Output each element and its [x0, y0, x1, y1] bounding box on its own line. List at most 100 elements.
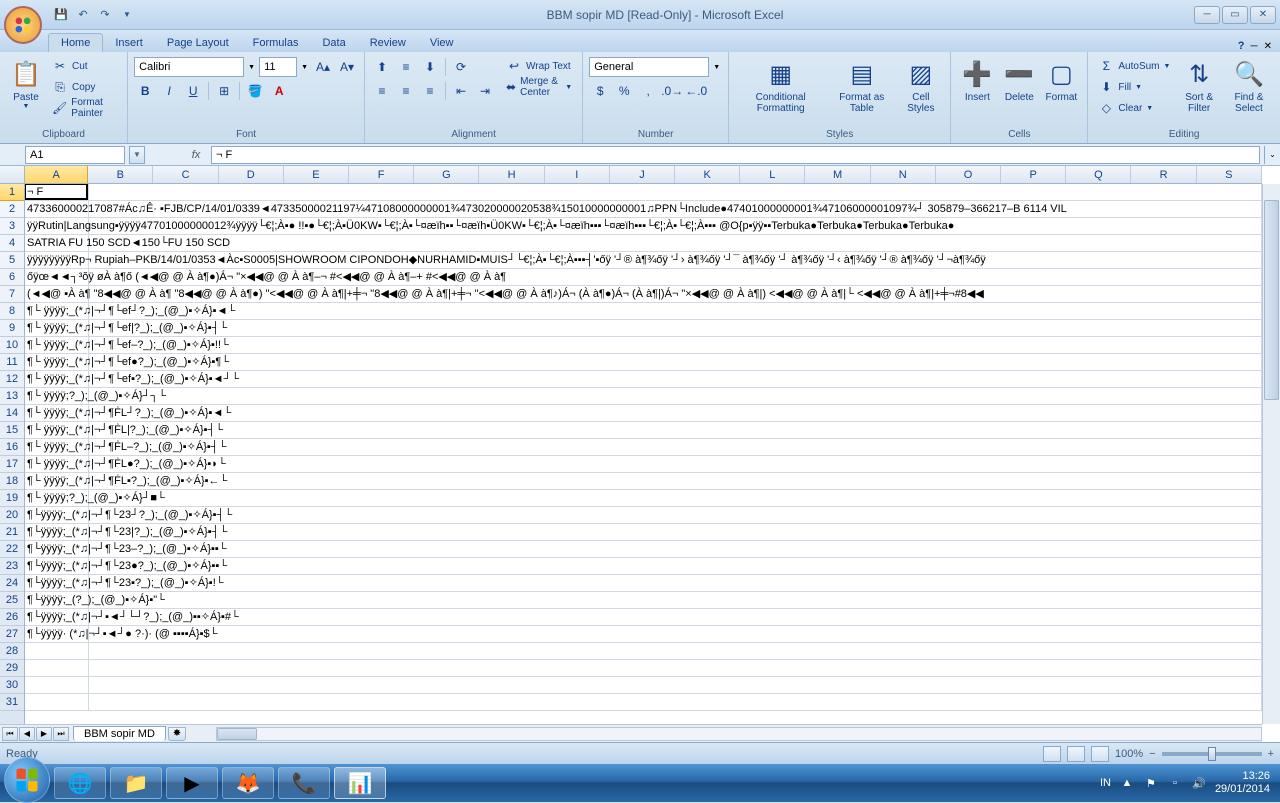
- col-header-I[interactable]: I: [545, 166, 610, 183]
- row-header-1[interactable]: 1: [0, 184, 24, 201]
- col-header-P[interactable]: P: [1001, 166, 1066, 183]
- sheet-nav-prev[interactable]: ◀: [19, 727, 35, 741]
- page-break-view-button[interactable]: [1091, 746, 1109, 762]
- tab-home[interactable]: Home: [48, 33, 103, 52]
- normal-view-button[interactable]: [1043, 746, 1061, 762]
- table-row[interactable]: SATRIA FU 150 SCD◄150└FU 150 SCD: [25, 235, 1262, 252]
- bold-button[interactable]: B: [134, 80, 156, 102]
- table-row[interactable]: ¶└ ÿÿÿÿ;_(*♫|¬┘¶ḞL┘?_);_(@_)▪✧Á}▪◄└: [25, 405, 1262, 422]
- tray-volume-icon[interactable]: 🔊: [1191, 775, 1207, 791]
- increase-decimal-icon[interactable]: .0→: [661, 80, 683, 102]
- minimize-button[interactable]: ─: [1194, 6, 1220, 24]
- col-header-H[interactable]: H: [479, 166, 544, 183]
- row-header-26[interactable]: 26: [0, 609, 24, 626]
- row-header-31[interactable]: 31: [0, 694, 24, 711]
- table-row[interactable]: ¶└ÿÿÿÿ;_(*♫|¬┘¶└23┘?_);_(@_)▪✧Á}▪┤└: [25, 507, 1262, 524]
- table-row[interactable]: [25, 660, 1262, 677]
- table-row[interactable]: ¶└ÿÿÿÿ;_(*♫|¬┘¶└23–?_);_(@_)▪✧Á}▪▪└: [25, 541, 1262, 558]
- table-row[interactable]: ¶└ÿÿÿÿ;_(?_);_(@_)▪✧Á}▪"└: [25, 592, 1262, 609]
- col-header-O[interactable]: O: [936, 166, 1001, 183]
- cut-button[interactable]: ✂Cut: [48, 56, 121, 76]
- decrease-decimal-icon[interactable]: ←.0: [685, 80, 707, 102]
- row-header-15[interactable]: 15: [0, 422, 24, 439]
- table-row[interactable]: ¶└ ÿÿÿÿ;_(*♫|¬┘¶└ef–?_);_(@_)▪✧Á}▪!!└: [25, 337, 1262, 354]
- row-header-20[interactable]: 20: [0, 507, 24, 524]
- font-color-button[interactable]: A: [268, 80, 290, 102]
- sheet-tab[interactable]: BBM sopir MD: [73, 726, 166, 741]
- horizontal-scrollbar[interactable]: [216, 727, 1262, 741]
- italic-button[interactable]: I: [158, 80, 180, 102]
- format-painter-button[interactable]: 🖌Format Painter: [48, 98, 121, 118]
- table-row[interactable]: őÿœ◄◄┐³ŏÿ øÀ à¶ő (◄◀@ @ À à¶●)Á¬ "×◀◀@ @…: [25, 269, 1262, 286]
- row-header-18[interactable]: 18: [0, 473, 24, 490]
- taskbar-explorer[interactable]: 📁: [110, 767, 162, 799]
- select-all-corner[interactable]: [0, 166, 25, 184]
- col-header-D[interactable]: D: [219, 166, 284, 183]
- cell-styles-button[interactable]: ▨Cell Styles: [897, 56, 944, 116]
- increase-indent-icon[interactable]: ⇥: [474, 80, 496, 102]
- row-header-7[interactable]: 7: [0, 286, 24, 303]
- vertical-scrollbar[interactable]: [1262, 184, 1280, 724]
- fx-button[interactable]: fx: [185, 146, 207, 164]
- ribbon-minimize-icon[interactable]: ─: [1251, 41, 1258, 52]
- name-box-dropdown[interactable]: ▼: [129, 146, 145, 164]
- table-row[interactable]: ¶└ ÿÿÿÿ;_(*♫|¬┘¶└ef┘?_);_(@_)▪✧Á}▪◄└: [25, 303, 1262, 320]
- table-row[interactable]: ¶└ ÿÿÿÿ;_(*♫|¬┘¶└ef●?_);_(@_)▪✧Á}▪¶└: [25, 354, 1262, 371]
- orientation-icon[interactable]: ⟳: [450, 56, 472, 78]
- zoom-in-button[interactable]: +: [1268, 748, 1274, 760]
- fill-color-button[interactable]: 🪣: [244, 80, 266, 102]
- row-header-6[interactable]: 6: [0, 269, 24, 286]
- align-middle-icon[interactable]: ≡: [395, 56, 417, 78]
- vscroll-thumb[interactable]: [1264, 200, 1279, 400]
- table-row[interactable]: ¶└ ÿÿÿÿ;_(*♫|¬┘¶└ef▪?_);_(@_)▪✧Á}▪◄┘└: [25, 371, 1262, 388]
- align-bottom-icon[interactable]: ⬇: [419, 56, 441, 78]
- taskbar-ie[interactable]: 🌐: [54, 767, 106, 799]
- table-row[interactable]: ¶└ÿÿÿÿ;_(*♫|¬┘¶└23▪?_);_(@_)▪✧Á}▪!└: [25, 575, 1262, 592]
- tab-page-layout[interactable]: Page Layout: [155, 34, 241, 52]
- col-header-C[interactable]: C: [153, 166, 218, 183]
- tray-network-icon[interactable]: ▫: [1167, 775, 1183, 791]
- formula-input[interactable]: ¬ F: [211, 146, 1260, 164]
- row-header-29[interactable]: 29: [0, 660, 24, 677]
- office-button[interactable]: [4, 6, 42, 44]
- row-header-17[interactable]: 17: [0, 456, 24, 473]
- comma-icon[interactable]: ,: [637, 80, 659, 102]
- taskbar-whatsapp[interactable]: 📞: [278, 767, 330, 799]
- col-header-J[interactable]: J: [610, 166, 675, 183]
- maximize-button[interactable]: ▭: [1222, 6, 1248, 24]
- percent-icon[interactable]: %: [613, 80, 635, 102]
- row-header-13[interactable]: 13: [0, 388, 24, 405]
- taskbar-media[interactable]: ▶: [166, 767, 218, 799]
- undo-icon[interactable]: ↶: [74, 6, 92, 24]
- start-button[interactable]: [4, 757, 50, 803]
- row-header-5[interactable]: 5: [0, 252, 24, 269]
- row-header-2[interactable]: 2: [0, 201, 24, 218]
- shrink-font-icon[interactable]: A▾: [336, 56, 358, 78]
- tab-view[interactable]: View: [418, 34, 466, 52]
- table-row[interactable]: [25, 643, 1262, 660]
- align-right-icon[interactable]: ≡: [419, 80, 441, 102]
- col-header-R[interactable]: R: [1131, 166, 1196, 183]
- tray-lang[interactable]: IN: [1100, 777, 1111, 789]
- formula-expand-icon[interactable]: ⌄: [1264, 146, 1280, 164]
- table-row[interactable]: ¶└ ÿÿÿÿ;_(*♫|¬┘¶└ef|?_);_(@_)▪✧Á}▪┤└: [25, 320, 1262, 337]
- table-row[interactable]: ¶└ÿÿÿÿ;_(*♫|¬┘▪◄┘└┘?_);_(@_)▪▪✧Á}▪#└: [25, 609, 1262, 626]
- col-header-N[interactable]: N: [871, 166, 936, 183]
- row-header-11[interactable]: 11: [0, 354, 24, 371]
- row-header-10[interactable]: 10: [0, 337, 24, 354]
- row-header-21[interactable]: 21: [0, 524, 24, 541]
- format-cells-button[interactable]: ▢Format: [1041, 56, 1081, 105]
- border-button[interactable]: ⊞: [213, 80, 235, 102]
- row-header-12[interactable]: 12: [0, 371, 24, 388]
- find-select-button[interactable]: 🔍Find & Select: [1224, 56, 1274, 116]
- format-as-table-button[interactable]: ▤Format as Table: [828, 56, 895, 116]
- col-header-A[interactable]: A: [25, 166, 88, 183]
- table-row[interactable]: ¶└ ÿÿÿÿ;?_);_(@_)▪✧Á}┘■└: [25, 490, 1262, 507]
- row-header-16[interactable]: 16: [0, 439, 24, 456]
- clear-button[interactable]: ◇Clear▼: [1094, 98, 1174, 118]
- table-row[interactable]: 473360000217087#Ác♫Ê· ▪FJB/CP/14/01/0339…: [25, 201, 1262, 218]
- underline-button[interactable]: U: [182, 80, 204, 102]
- row-header-19[interactable]: 19: [0, 490, 24, 507]
- currency-icon[interactable]: $: [589, 80, 611, 102]
- table-row[interactable]: ¶└ÿÿÿÿ· (*♫|¬┘▪◄┘● ?·)· (@ ▪▪▪▪Á}▪$└: [25, 626, 1262, 643]
